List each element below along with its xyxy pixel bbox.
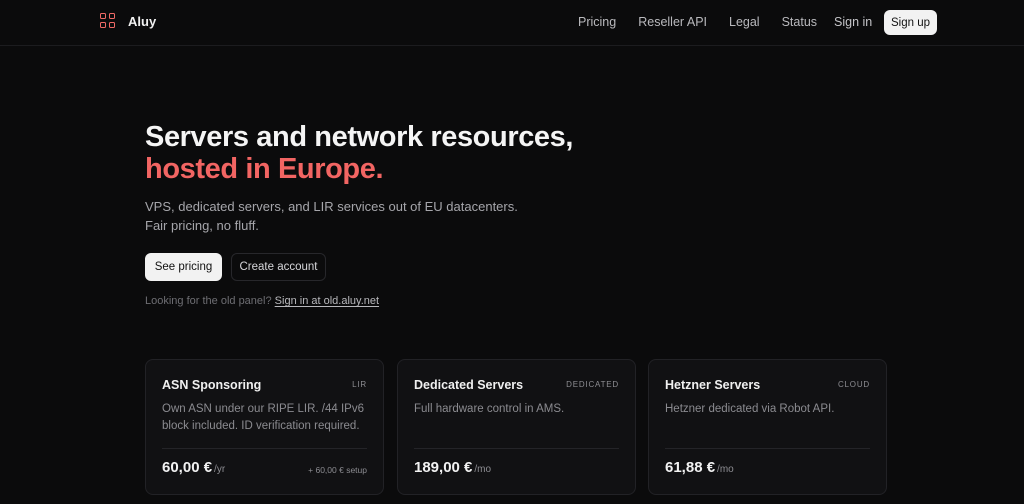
product-card-dedicated[interactable]: Dedicated Servers DEDICATED Full hardwar… bbox=[397, 359, 636, 495]
product-card-asn[interactable]: ASN Sponsoring LIR Own ASN under our RIP… bbox=[145, 359, 384, 495]
create-account-button[interactable]: Create account bbox=[231, 253, 326, 281]
top-nav: Aluy Pricing Reseller API Legal Status S… bbox=[0, 0, 1024, 46]
nav-link-status[interactable]: Status bbox=[782, 15, 817, 29]
card-divider bbox=[414, 448, 619, 449]
card-title: Dedicated Servers bbox=[414, 378, 524, 392]
card-price: 60,00 €/yr bbox=[162, 459, 225, 476]
see-pricing-button[interactable]: See pricing bbox=[145, 253, 222, 281]
card-description: Own ASN under our RIPE LIR. /44 IPv6 blo… bbox=[162, 403, 364, 432]
old-panel-link[interactable]: Sign in at old.aluy.net bbox=[275, 295, 379, 307]
card-price-value: 189,00 € bbox=[414, 459, 473, 476]
old-panel-note: Looking for the old panel? Sign in at ol… bbox=[145, 295, 379, 307]
card-tag: DEDICATED bbox=[566, 380, 619, 389]
nav-links: Pricing Reseller API Legal Status bbox=[578, 15, 839, 29]
sign-up-button[interactable]: Sign up bbox=[884, 10, 937, 35]
card-price-value: 60,00 € bbox=[162, 459, 213, 476]
card-setup-fee: + 60,00 € setup bbox=[308, 465, 367, 475]
card-price: 61,88 €/mo bbox=[665, 459, 734, 476]
hero-title: Servers and network resources, hosted in… bbox=[145, 121, 573, 185]
card-description: Hetzner dedicated via Robot API. bbox=[665, 403, 835, 415]
nav-link-pricing[interactable]: Pricing bbox=[578, 15, 616, 29]
card-divider bbox=[162, 448, 367, 449]
hero-title-line-1: Servers and network resources, bbox=[145, 121, 574, 153]
card-tag: CLOUD bbox=[837, 380, 870, 389]
sign-in-link[interactable]: Sign in bbox=[834, 15, 872, 29]
nav-link-legal[interactable]: Legal bbox=[729, 15, 760, 29]
brand-name: Aluy bbox=[128, 13, 157, 29]
brand[interactable]: Aluy bbox=[100, 13, 156, 29]
hero-title-accent: hosted in Europe. bbox=[145, 153, 384, 185]
card-description: Full hardware control in AMS. bbox=[414, 403, 565, 415]
card-price-period: /yr bbox=[214, 464, 226, 475]
nav-link-reseller-api[interactable]: Reseller API bbox=[638, 15, 707, 29]
product-card-hetzner[interactable]: Hetzner Servers CLOUD Hetzner dedicated … bbox=[648, 359, 887, 495]
hero-subtitle: VPS, dedicated servers, and LIR services… bbox=[145, 199, 518, 233]
card-price-period: /mo bbox=[717, 464, 734, 475]
card-divider bbox=[665, 448, 870, 449]
card-price: 189,00 €/mo bbox=[414, 459, 491, 476]
grid-logo-icon bbox=[100, 13, 116, 29]
old-panel-text: Looking for the old panel? bbox=[145, 295, 272, 307]
card-price-value: 61,88 € bbox=[665, 459, 716, 476]
card-price-period: /mo bbox=[474, 464, 492, 475]
card-title: Hetzner Servers bbox=[665, 378, 761, 392]
card-tag: LIR bbox=[352, 380, 367, 389]
card-title: ASN Sponsoring bbox=[162, 378, 262, 392]
